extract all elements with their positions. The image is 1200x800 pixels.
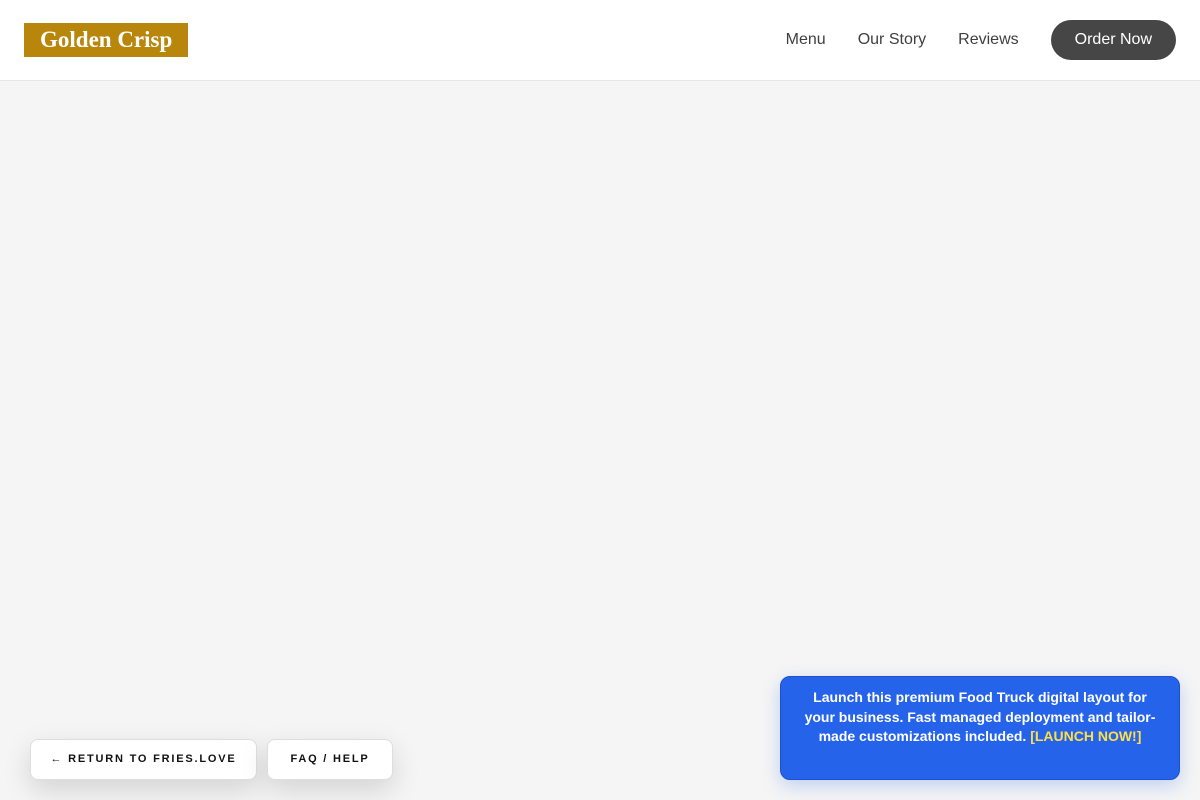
promo-banner: Launch this premium Food Truck digital l… xyxy=(780,676,1180,780)
nav-link-our-story[interactable]: Our Story xyxy=(858,31,926,49)
promo-launch-link[interactable]: [LAUNCH NOW!] xyxy=(1030,728,1141,744)
nav-link-reviews[interactable]: Reviews xyxy=(958,31,1018,49)
faq-help-button[interactable]: FAQ / HELP xyxy=(267,739,393,780)
site-header: Golden Crisp Menu Our Story Reviews Orde… xyxy=(0,0,1200,81)
brand-logo[interactable]: Golden Crisp xyxy=(24,23,189,57)
main-nav: Menu Our Story Reviews Order Now xyxy=(786,20,1176,60)
return-to-fries-love-button[interactable]: ← RETURN TO FRIES.LOVE xyxy=(30,739,257,780)
order-now-button[interactable]: Order Now xyxy=(1050,20,1176,60)
nav-link-menu[interactable]: Menu xyxy=(786,31,826,49)
